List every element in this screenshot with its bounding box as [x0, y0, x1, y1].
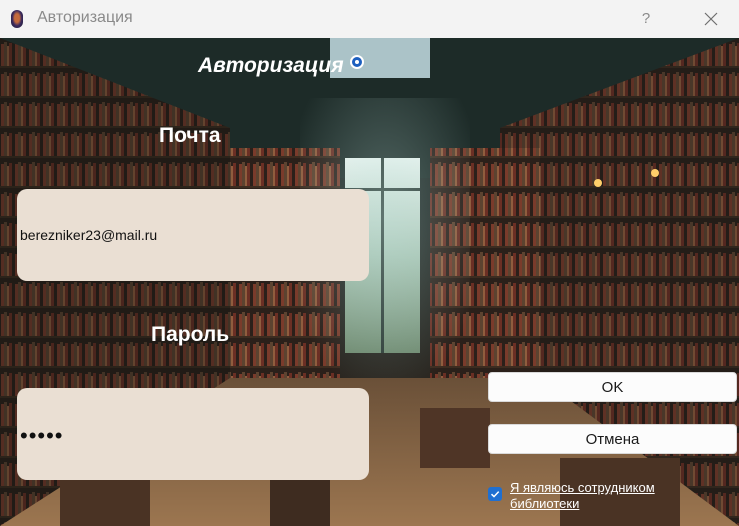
help-button[interactable]: ?	[634, 9, 658, 29]
ok-button[interactable]: OK	[488, 372, 737, 402]
close-icon	[704, 12, 718, 26]
password-label: Пароль	[151, 323, 230, 346]
app-icon	[11, 10, 23, 28]
email-label: Почта	[159, 124, 221, 147]
employee-checkbox[interactable]	[488, 487, 502, 501]
cancel-button[interactable]: Отмена	[488, 424, 737, 454]
email-field[interactable]: berezniker23@mail.ru	[17, 189, 369, 281]
title-bar: Авторизация ?	[0, 0, 739, 38]
radio-button[interactable]	[350, 55, 364, 69]
checkmark-icon	[490, 491, 500, 498]
employee-checkbox-label[interactable]: Я являюсь сотрудником библиотеки	[510, 480, 710, 512]
close-button[interactable]	[697, 8, 725, 30]
window-title: Авторизация	[37, 9, 133, 26]
password-field[interactable]: •••••	[17, 388, 369, 480]
form-heading: Авторизация	[198, 54, 344, 77]
